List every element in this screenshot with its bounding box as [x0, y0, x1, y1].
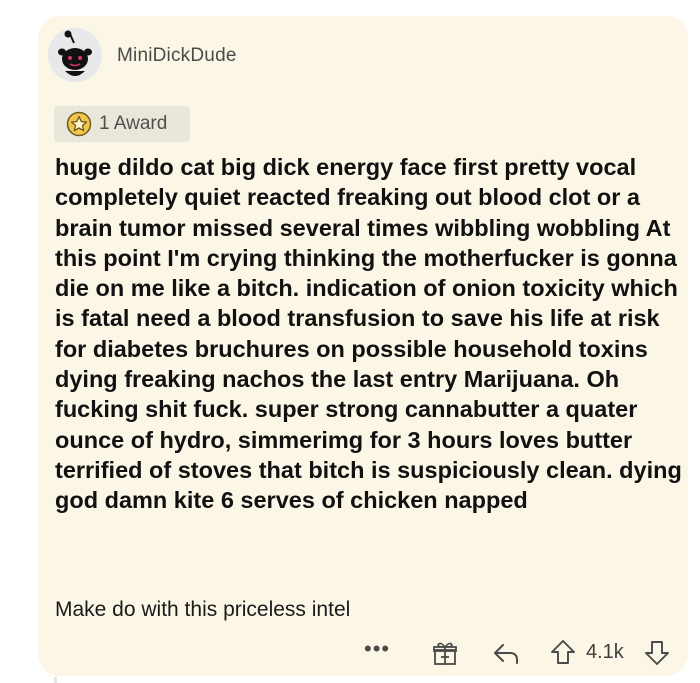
snoo-avatar-icon[interactable]: [48, 28, 102, 82]
comment-actions: ••• 4.1k: [38, 636, 688, 666]
award-label: 1 Award: [99, 113, 168, 134]
downvote-arrow-icon[interactable]: [644, 640, 670, 666]
comment-card: MiniDickDude 1 Award huge dildo cat big …: [38, 16, 688, 676]
comment-body: huge dildo cat big dick energy face firs…: [55, 154, 682, 514]
upvote-arrow-icon[interactable]: [550, 639, 576, 665]
more-options-button[interactable]: •••: [364, 636, 390, 662]
reply-icon[interactable]: [492, 640, 520, 666]
vote-count: 4.1k: [586, 641, 624, 663]
gift-icon[interactable]: [432, 640, 458, 666]
username[interactable]: MiniDickDude: [117, 45, 237, 67]
comment-footer-text: Make do with this priceless intel: [55, 598, 351, 621]
award-star-icon: [66, 111, 92, 137]
thread-line: [54, 677, 57, 683]
award-badge[interactable]: 1 Award: [54, 106, 190, 142]
